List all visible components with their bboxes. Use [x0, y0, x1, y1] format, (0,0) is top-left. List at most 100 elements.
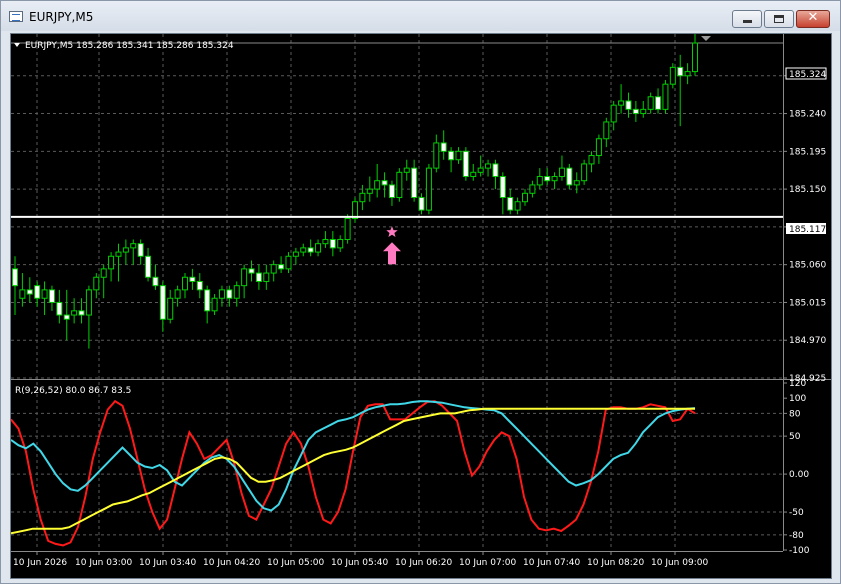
close-button[interactable]: ✕	[796, 10, 830, 28]
price-tick-label: 185.060	[789, 261, 826, 271]
candle-bear	[440, 142, 447, 152]
candle-bull	[403, 167, 410, 173]
indicator-tick-label: -100	[789, 546, 810, 556]
candle-bear	[307, 247, 314, 253]
candle-bear	[418, 197, 425, 211]
candle-bull	[684, 71, 691, 77]
price-tick-label: 185.015	[789, 298, 826, 308]
candle-bull	[640, 108, 647, 115]
indicator-series-line	[11, 399, 696, 547]
hline-price-label: 185.117	[789, 225, 826, 235]
time-tick-label: 10 Jun 05:00	[267, 558, 324, 568]
candle-bull	[610, 104, 617, 123]
candle-bull	[618, 100, 625, 106]
indicator-tick-label: 100	[789, 394, 806, 404]
star-marker-icon	[386, 226, 398, 237]
candle-bull	[285, 255, 292, 270]
candle-bear	[462, 150, 469, 178]
candle-bear	[56, 301, 63, 316]
candle-bear	[226, 289, 233, 299]
title-bar[interactable]: EURJPY,M5 ✕	[1, 1, 840, 31]
current-price-label: 185.324	[789, 70, 826, 80]
indicator-tick-label: -50	[789, 508, 804, 518]
price-tick-label: 184.970	[789, 336, 826, 346]
time-tick-label: 10 Jun 06:20	[395, 558, 452, 568]
candle-bull	[337, 238, 344, 249]
triangle-down-icon[interactable]	[14, 43, 20, 47]
candle-bear	[381, 180, 388, 186]
candle-bull	[270, 264, 277, 274]
candle-bull	[300, 247, 307, 253]
candle-bull	[366, 188, 373, 194]
maximize-button[interactable]	[764, 10, 794, 28]
candle-bear	[145, 255, 152, 278]
candle-bull	[558, 167, 565, 178]
time-tick-label: 10 Jun 03:40	[139, 558, 196, 568]
candle-bull	[477, 167, 484, 173]
candle-bear	[48, 289, 55, 303]
price-tick-label: 185.195	[789, 147, 826, 157]
candle-bear	[677, 66, 684, 77]
candle-bull	[485, 163, 492, 169]
candle-bull	[292, 251, 299, 257]
price-tick-label: 185.240	[789, 110, 826, 120]
time-tick-label: 10 Jun 03:00	[75, 558, 132, 568]
up-arrow-marker-icon	[383, 242, 401, 265]
candle-bull	[396, 171, 403, 199]
candle-bull	[19, 289, 26, 299]
candle-bull	[115, 251, 122, 257]
candle-bull	[108, 255, 115, 270]
close-icon: ✕	[807, 10, 819, 25]
candle-bull	[174, 289, 181, 299]
candle-bull	[211, 297, 218, 312]
candle-bear	[152, 276, 159, 287]
candle-bull	[182, 276, 188, 291]
chart-canvas[interactable]: 185.285185.240185.195185.150185.105185.0…	[11, 34, 831, 578]
candle-bull	[455, 150, 462, 161]
candle-bear	[12, 268, 18, 287]
candle-bear	[63, 314, 70, 320]
candle-bull	[130, 243, 137, 249]
candle-bull	[71, 310, 78, 316]
candle-bull	[122, 247, 129, 253]
candle-bull	[241, 268, 248, 287]
time-tick-label: 10 Jun 2026	[13, 558, 67, 568]
time-tick-label: 10 Jun 08:20	[587, 558, 644, 568]
chart-area[interactable]: 185.285185.240185.195185.150185.105185.0…	[10, 33, 832, 579]
window-title: EURJPY,M5	[29, 10, 94, 24]
candle-bull	[470, 171, 477, 178]
candle-bear	[499, 176, 506, 199]
price-tick-label: 185.150	[789, 185, 826, 195]
candle-bull	[85, 289, 92, 316]
candle-bear	[448, 150, 455, 161]
indicator-tick-label: 120	[789, 379, 806, 389]
candle-bear	[492, 163, 499, 178]
candle-bull	[581, 163, 588, 182]
candle-bull	[218, 289, 225, 299]
candle-bear	[388, 184, 395, 199]
candle-bull	[669, 66, 676, 85]
candle-bull	[263, 272, 270, 282]
indicator-series-line	[11, 407, 695, 535]
candle-bull	[536, 176, 543, 186]
candle-bear	[159, 285, 166, 320]
candle-bull	[595, 138, 602, 157]
indicator-lines	[11, 399, 696, 547]
axes: 185.285185.240185.195185.150185.105185.0…	[11, 34, 831, 568]
candle-bull	[374, 180, 381, 190]
minimize-button[interactable]	[732, 10, 762, 28]
candle-bear	[255, 272, 262, 282]
indicator-header: R(9,26,52) 80.0 86.7 83.5	[15, 386, 131, 396]
candle-bear	[248, 268, 255, 274]
candle-bull	[529, 184, 536, 194]
candle-bear	[278, 264, 285, 270]
candle-bear	[566, 167, 573, 186]
indicator-tick-label: 0.00	[789, 470, 809, 480]
candle-bear	[26, 289, 33, 295]
indicator-tick-label: -80	[789, 531, 804, 541]
signal-markers	[383, 226, 401, 265]
candle-bull	[647, 96, 654, 110]
candle-bear	[411, 167, 418, 199]
chart-shift-icon[interactable]	[701, 36, 711, 41]
candle-bull	[603, 121, 610, 140]
